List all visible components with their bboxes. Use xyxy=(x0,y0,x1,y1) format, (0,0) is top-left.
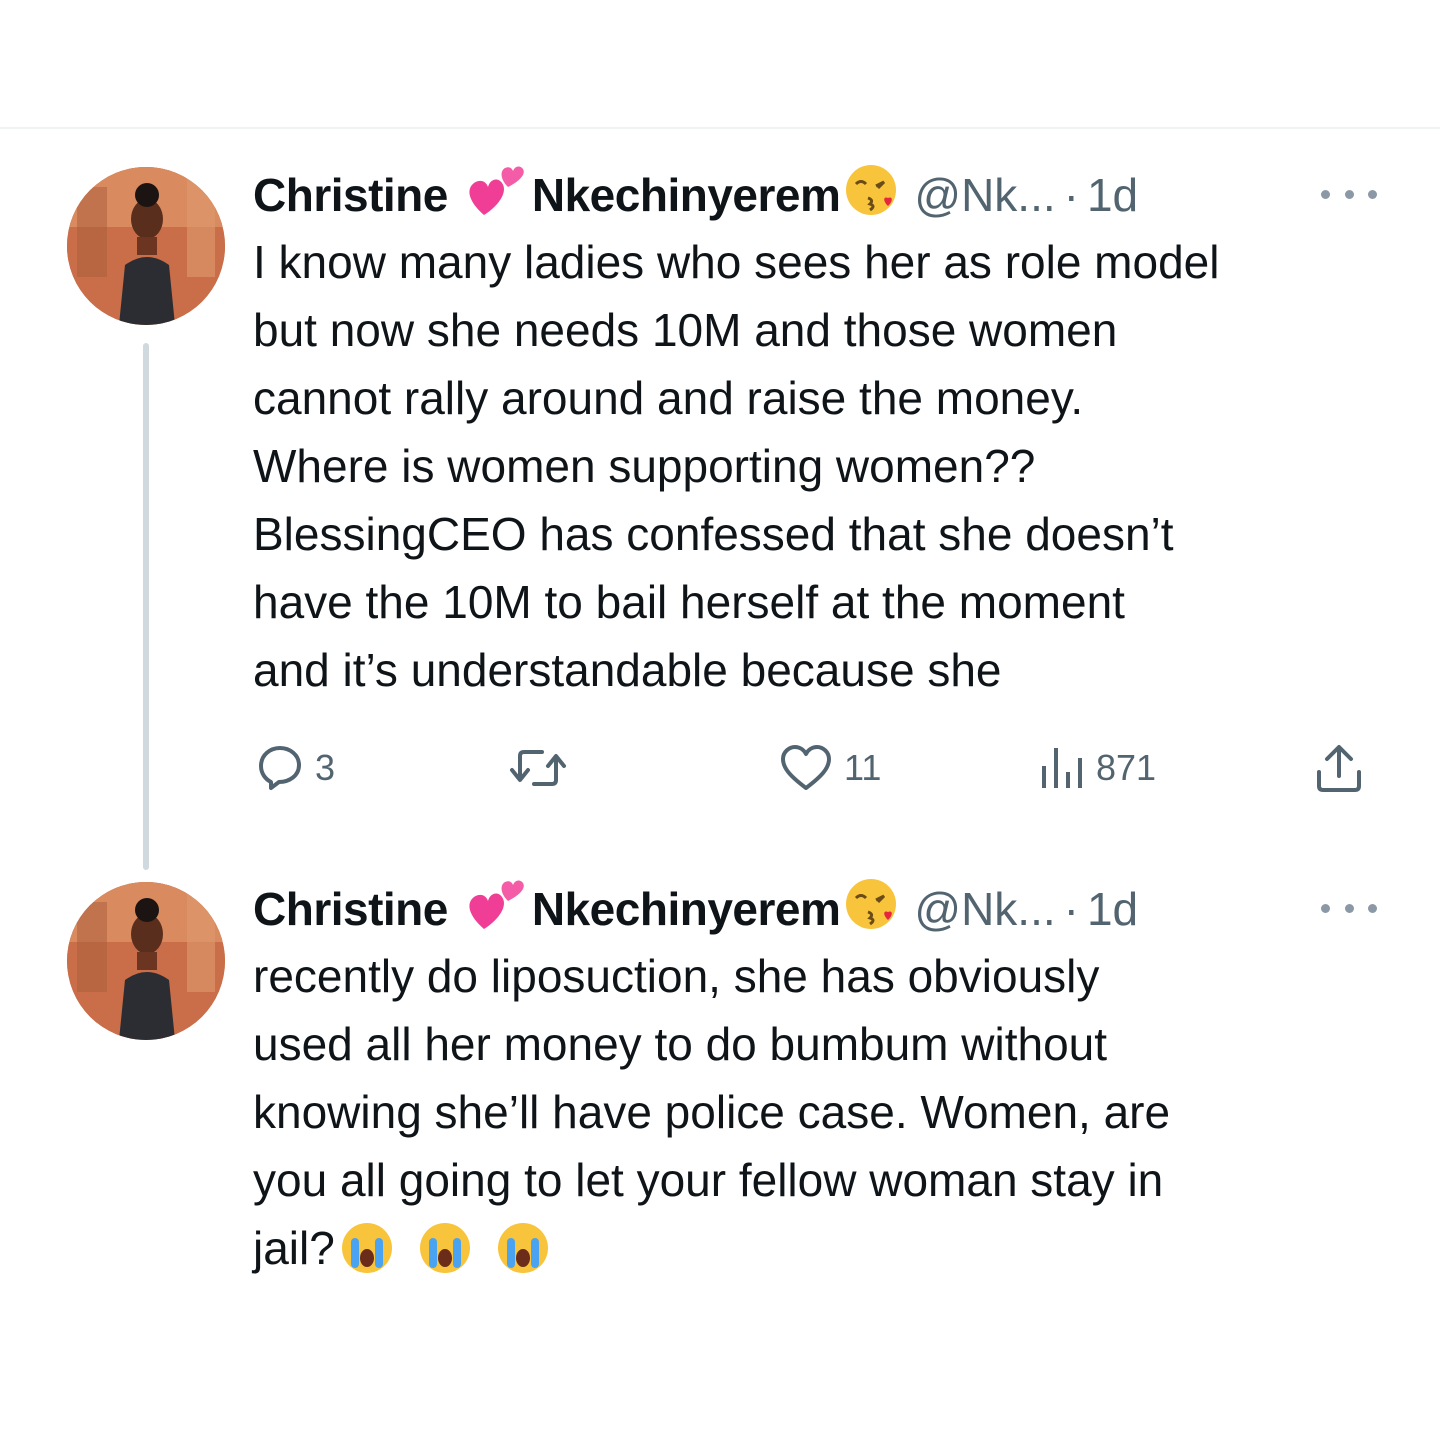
like-button[interactable]: 11 xyxy=(778,740,881,796)
tweet-line: and it’s understandable because she xyxy=(253,644,1002,696)
display-name-last: Nkechinyerem xyxy=(531,169,841,221)
page: Christine Nkechinyerem @Nk... · 1d I kno… xyxy=(0,0,1440,1440)
tweet-line: used all her money to do bumbum without xyxy=(253,1018,1108,1070)
tweet-line: jail? xyxy=(253,1222,335,1274)
tweet-line: Where is women supporting women?? xyxy=(253,440,1036,492)
tweet-text: I know many ladies who sees her as role … xyxy=(253,228,1383,704)
top-divider xyxy=(0,127,1440,129)
heart-emoji-icon xyxy=(464,875,528,944)
retweet-icon xyxy=(508,742,568,794)
tweet-last-line: jail? xyxy=(253,1214,1383,1282)
avatar[interactable] xyxy=(67,882,225,1040)
tweet-2[interactable]: Christine Nkechinyerem @Nk... · 1d recen… xyxy=(253,878,1383,1282)
display-name-first: Christine xyxy=(253,883,448,935)
share-icon xyxy=(1313,742,1365,794)
tweet-header: Christine Nkechinyerem @Nk... · 1d xyxy=(253,164,1383,226)
heart-emoji-icon xyxy=(464,161,528,230)
tweet-text: recently do liposuction, she has obvious… xyxy=(253,942,1383,1282)
views-button[interactable]: 871 xyxy=(1038,740,1156,796)
tweet-line: I know many ladies who sees her as role … xyxy=(253,236,1220,288)
like-count: 11 xyxy=(844,747,882,788)
views-chart-icon xyxy=(1038,742,1086,794)
avatar[interactable] xyxy=(67,167,225,325)
tweet-line: BlessingCEO has confessed that she doesn… xyxy=(253,508,1174,560)
tweet-line: have the 10M to bail herself at the mome… xyxy=(253,576,1125,628)
tweet-line: recently do liposuction, she has obvious… xyxy=(253,950,1100,1002)
separator-dot: · xyxy=(1063,883,1079,935)
reply-button[interactable]: 3 xyxy=(253,740,335,796)
more-icon[interactable] xyxy=(1321,888,1377,928)
tweet-line: cannot rally around and raise the money. xyxy=(253,372,1084,424)
heart-icon xyxy=(778,742,834,794)
retweet-button[interactable] xyxy=(508,740,568,796)
display-name-last: Nkechinyerem xyxy=(531,883,841,935)
timestamp[interactable]: 1d xyxy=(1087,882,1138,936)
crying-face-emoji-icon xyxy=(339,1220,551,1276)
thread-line xyxy=(143,343,149,870)
handle[interactable]: @Nk... xyxy=(914,882,1055,936)
handle[interactable]: @Nk... xyxy=(914,168,1055,222)
reply-count: 3 xyxy=(315,747,336,788)
kiss-face-emoji-icon xyxy=(844,162,900,229)
views-count: 871 xyxy=(1096,747,1157,788)
tweet-line: you all going to let your fellow woman s… xyxy=(253,1154,1164,1206)
tweet-header: Christine Nkechinyerem @Nk... · 1d xyxy=(253,878,1383,940)
tweet-line: knowing she’ll have police case. Women, … xyxy=(253,1086,1171,1138)
display-name-first: Christine xyxy=(253,169,448,221)
timestamp[interactable]: 1d xyxy=(1087,168,1138,222)
more-icon[interactable] xyxy=(1321,174,1377,214)
share-button[interactable] xyxy=(1313,740,1365,796)
display-name[interactable]: Christine Nkechinyerem xyxy=(253,161,900,230)
tweet-line: but now she needs 10M and those women xyxy=(253,304,1118,356)
reply-icon xyxy=(253,742,305,794)
separator-dot: · xyxy=(1063,169,1079,221)
kiss-face-emoji-icon xyxy=(844,876,900,943)
tweet-1[interactable]: Christine Nkechinyerem @Nk... · 1d I kno… xyxy=(253,164,1383,704)
tweet-actions: 3 11 871 xyxy=(253,740,1373,796)
display-name[interactable]: Christine Nkechinyerem xyxy=(253,875,900,944)
